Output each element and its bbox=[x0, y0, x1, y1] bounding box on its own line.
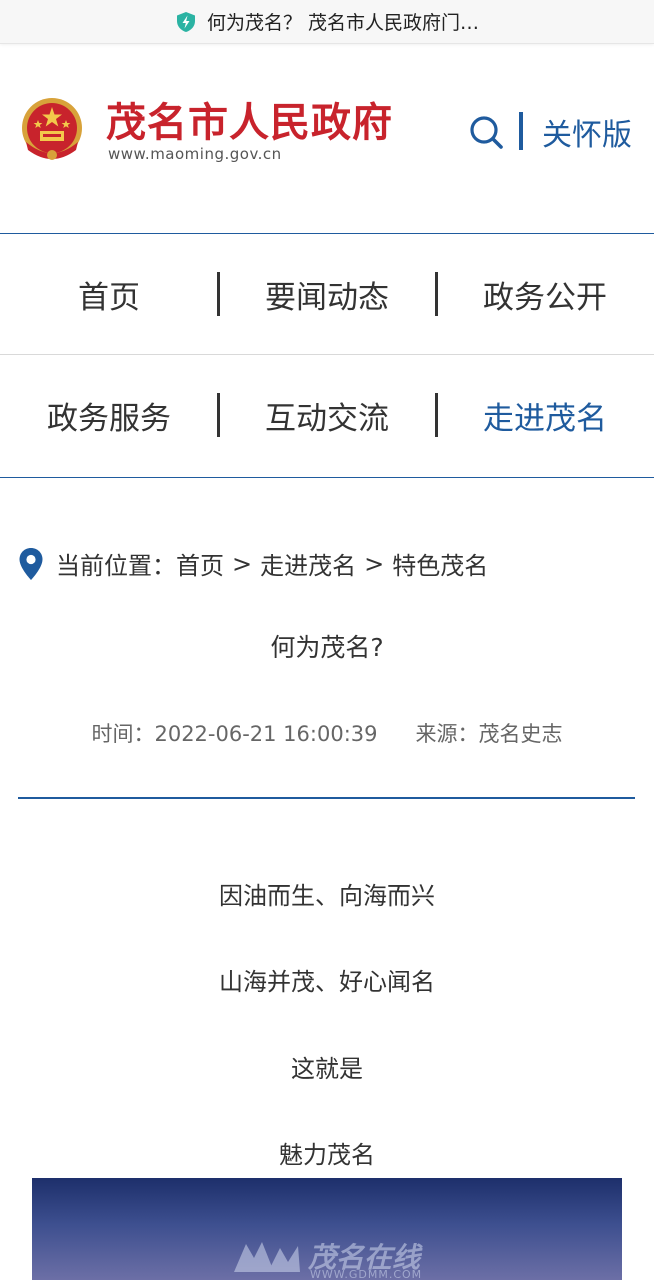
breadcrumb-home[interactable]: 首页 bbox=[176, 546, 224, 581]
site-url: www.maoming.gov.cn bbox=[108, 145, 282, 163]
page-title-tab[interactable]: 何为茂名？ 茂名市人民政府门… bbox=[207, 8, 479, 35]
nav-item-home[interactable]: 首页 bbox=[0, 234, 220, 355]
site-name[interactable]: 茂名市人民政府 bbox=[106, 90, 393, 148]
nav-item-label: 走进茂名 bbox=[483, 401, 607, 437]
watermark: 茂名在线 WWW.GDMM.COM bbox=[232, 1236, 421, 1280]
breadcrumb-separator: > bbox=[364, 549, 385, 578]
emblem-icon bbox=[22, 98, 82, 160]
article-paragraph: 这就是 bbox=[291, 1055, 363, 1083]
publish-time: 2022-06-21 16:00:39 bbox=[154, 722, 378, 746]
nav-row-2: 政务服务 互动交流 走进茂名 bbox=[0, 355, 654, 476]
nav-item-gov-open[interactable]: 政务公开 bbox=[436, 234, 654, 355]
search-icon[interactable] bbox=[468, 114, 504, 150]
nav-row-1: 首页 要闻动态 政务公开 bbox=[0, 234, 654, 355]
source-label: 来源： bbox=[415, 722, 479, 746]
article-paragraph: 因油而生、向海而兴 bbox=[219, 882, 435, 910]
breadcrumb-separator: > bbox=[232, 549, 253, 578]
nav-item-label: 互动交流 bbox=[265, 401, 389, 437]
main-nav: 首页 要闻动态 政务公开 政务服务 互动交流 走进茂名 bbox=[0, 233, 654, 478]
care-version-link[interactable]: 关怀版 bbox=[542, 110, 632, 154]
location-pin-icon bbox=[19, 547, 43, 580]
article-source: 茂名史志 bbox=[478, 722, 563, 746]
shield-icon bbox=[176, 11, 195, 32]
breadcrumb-featured[interactable]: 特色茂名 bbox=[392, 546, 488, 581]
nav-item-interaction[interactable]: 互动交流 bbox=[218, 355, 438, 476]
nav-item-label: 要闻动态 bbox=[265, 280, 389, 316]
title-divider bbox=[18, 797, 635, 799]
article-title: 何为茂名? bbox=[270, 633, 384, 662]
article-hero-image: 茂名在线 WWW.GDMM.COM bbox=[32, 1178, 622, 1280]
nav-item-label: 政务服务 bbox=[47, 401, 171, 437]
article-meta: 时间：2022-06-21 16:00:39 来源：茂名史志 bbox=[0, 718, 654, 748]
time-label: 时间： bbox=[91, 722, 155, 746]
article-paragraph: 山海并茂、好心闻名 bbox=[219, 968, 435, 996]
nav-item-label: 首页 bbox=[78, 280, 140, 316]
header-divider bbox=[519, 112, 523, 150]
nav-item-gov-service[interactable]: 政务服务 bbox=[0, 355, 220, 476]
breadcrumb: 当前位置： 首页 > 走进茂名 > 特色茂名 bbox=[18, 546, 488, 581]
breadcrumb-about-maoming[interactable]: 走进茂名 bbox=[260, 546, 356, 581]
site-header: 茂名市人民政府 www.maoming.gov.cn 关怀版 bbox=[0, 44, 654, 234]
article-paragraph: 魅力茂名 bbox=[279, 1141, 375, 1169]
nav-item-about-maoming[interactable]: 走进茂名 bbox=[436, 355, 654, 476]
nav-item-label: 政务公开 bbox=[483, 280, 607, 316]
watermark-url: WWW.GDMM.COM bbox=[310, 1268, 423, 1280]
breadcrumb-prefix: 当前位置： bbox=[56, 552, 176, 580]
watermark-logo-icon bbox=[234, 1242, 300, 1272]
nav-item-news[interactable]: 要闻动态 bbox=[218, 234, 438, 355]
browser-title-bar: 何为茂名？ 茂名市人民政府门… bbox=[0, 0, 654, 44]
